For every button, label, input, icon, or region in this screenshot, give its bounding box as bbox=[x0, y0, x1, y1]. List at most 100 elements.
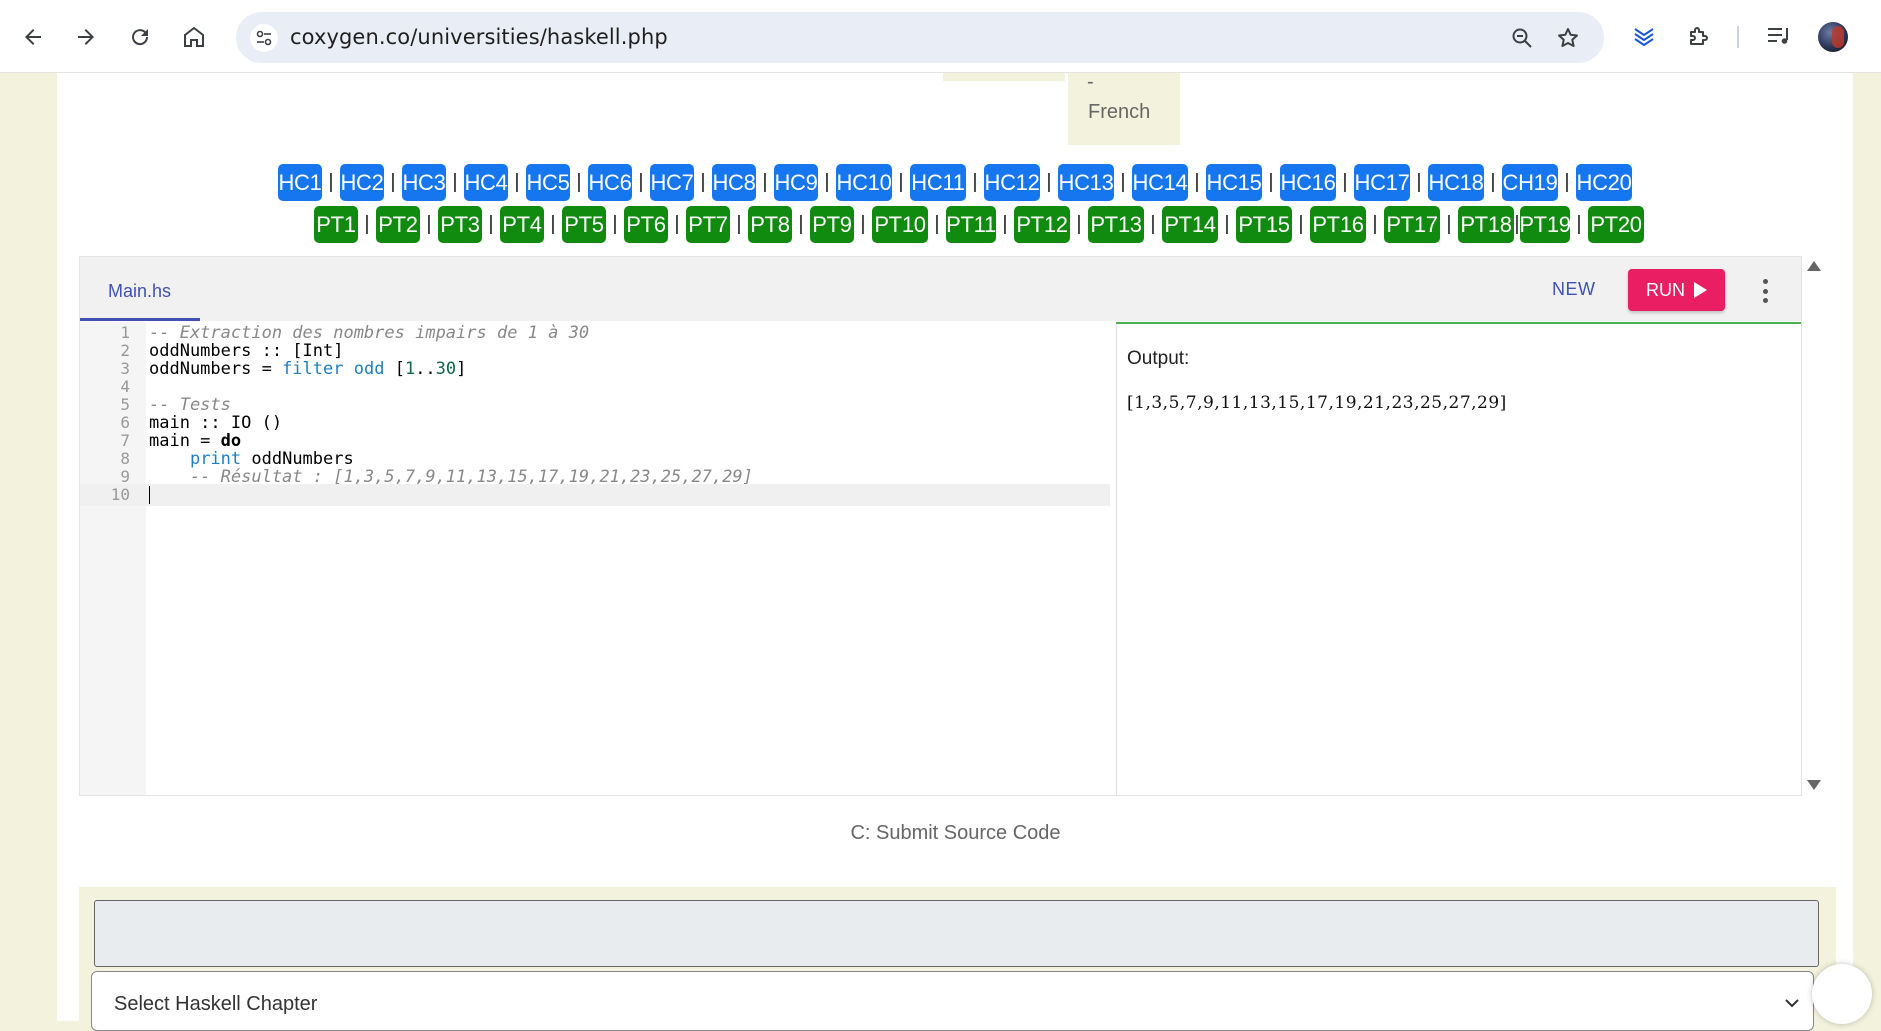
chip-separator: | bbox=[1372, 213, 1378, 235]
toolbar-divider bbox=[1737, 26, 1739, 48]
chapter-button-pt11[interactable]: PT11 bbox=[946, 206, 996, 243]
site-settings-icon[interactable] bbox=[250, 24, 278, 52]
chapter-button-hc5[interactable]: HC5 bbox=[526, 164, 570, 201]
chapter-button-pt19[interactable]: PT19 bbox=[1519, 206, 1571, 243]
play-icon bbox=[1694, 282, 1707, 298]
chapter-button-hc15[interactable]: HC15 bbox=[1206, 164, 1262, 201]
chapter-button-pt13[interactable]: PT13 bbox=[1088, 206, 1144, 243]
bookmark-star-icon[interactable] bbox=[1554, 24, 1582, 52]
run-button-label: RUN bbox=[1646, 279, 1685, 300]
chip-separator: | bbox=[700, 171, 706, 193]
chapter-select[interactable]: Select Haskell Chapter bbox=[91, 971, 1814, 1031]
new-button[interactable]: NEW bbox=[1552, 279, 1596, 300]
profile-avatar[interactable] bbox=[1818, 22, 1848, 52]
chapter-button-pt14[interactable]: PT14 bbox=[1162, 206, 1218, 243]
chip-separator: | bbox=[1490, 171, 1496, 193]
chapter-button-hc18[interactable]: HC18 bbox=[1428, 164, 1484, 201]
chapter-button-pt1[interactable]: PT1 bbox=[314, 206, 358, 243]
chip-separator: | bbox=[898, 171, 904, 193]
code-line[interactable]: 10 bbox=[80, 484, 1110, 506]
chip-separator: | bbox=[1416, 171, 1422, 193]
chip-separator: | bbox=[798, 213, 804, 235]
chapter-button-pt17[interactable]: PT17 bbox=[1384, 206, 1440, 243]
chapter-button-pt9[interactable]: PT9 bbox=[810, 206, 854, 243]
chip-separator: | bbox=[1224, 213, 1230, 235]
run-button[interactable]: RUN bbox=[1628, 269, 1725, 311]
chapter-button-hc7[interactable]: HC7 bbox=[650, 164, 694, 201]
chapter-button-hc13[interactable]: HC13 bbox=[1058, 164, 1114, 201]
zoom-icon[interactable] bbox=[1508, 24, 1536, 52]
submit-heading: C: Submit Source Code bbox=[850, 822, 1061, 844]
chapter-button-pt2[interactable]: PT2 bbox=[376, 206, 420, 243]
chapter-button-ch19[interactable]: CH19 bbox=[1502, 164, 1558, 201]
address-bar[interactable]: coxygen.co/universities/haskell.php bbox=[236, 12, 1604, 63]
chapter-button-hc6[interactable]: HC6 bbox=[588, 164, 632, 201]
chapter-button-hc2[interactable]: HC2 bbox=[340, 164, 384, 201]
reload-icon[interactable] bbox=[122, 19, 158, 55]
file-tab-main[interactable]: Main.hs bbox=[108, 281, 171, 302]
chip-separator: | bbox=[1120, 171, 1126, 193]
media-queue-icon[interactable] bbox=[1762, 19, 1796, 53]
chapter-button-hc20[interactable]: HC20 bbox=[1576, 164, 1632, 201]
extension-layers-icon[interactable] bbox=[1627, 19, 1661, 53]
hc-chapter-row: HC1 | HC2 | HC3 | HC4 | HC5 | HC6 | HC7 | HC8 | HC9 | HC10… bbox=[278, 164, 1632, 201]
chip-separator: | bbox=[638, 171, 644, 193]
chapter-button-hc11[interactable]: HC11 bbox=[910, 164, 966, 201]
chapter-button-pt10[interactable]: PT10 bbox=[872, 206, 928, 243]
chapter-button-pt3[interactable]: PT3 bbox=[438, 206, 482, 243]
puzzle-extensions-icon[interactable] bbox=[1682, 19, 1716, 53]
output-value: [1,3,5,7,9,11,13,15,17,19,21,23,25,27,29… bbox=[1127, 393, 1507, 413]
chapter-button-pt6[interactable]: PT6 bbox=[624, 206, 668, 243]
chip-separator: | bbox=[674, 213, 680, 235]
output-top-border bbox=[1116, 322, 1801, 324]
chapter-button-pt15[interactable]: PT15 bbox=[1236, 206, 1292, 243]
scroll-down-arrow-icon[interactable] bbox=[1807, 780, 1821, 790]
chapter-button-hc1[interactable]: HC1 bbox=[278, 164, 322, 201]
language-dash: - bbox=[1087, 71, 1094, 93]
submission-textbox[interactable] bbox=[94, 900, 1819, 967]
chip-separator: | bbox=[972, 171, 978, 193]
chapter-button-hc17[interactable]: HC17 bbox=[1354, 164, 1410, 201]
scroll-up-arrow-icon[interactable] bbox=[1807, 261, 1821, 271]
chapter-button-hc8[interactable]: HC8 bbox=[712, 164, 756, 201]
language-label-french[interactable]: French bbox=[1088, 101, 1150, 124]
chapter-button-pt18[interactable]: PT18 bbox=[1458, 206, 1514, 243]
chip-separator: | bbox=[1194, 171, 1200, 193]
chapter-button-hc10[interactable]: HC10 bbox=[836, 164, 892, 201]
forward-arrow-icon[interactable] bbox=[68, 19, 104, 55]
chip-separator: | bbox=[1342, 171, 1348, 193]
chapter-button-pt20[interactable]: PT20 bbox=[1588, 206, 1644, 243]
chip-separator: | bbox=[1076, 213, 1082, 235]
output-label: Output: bbox=[1127, 348, 1190, 369]
chip-separator: | bbox=[1002, 213, 1008, 235]
back-arrow-icon[interactable] bbox=[15, 19, 51, 55]
chapter-button-pt7[interactable]: PT7 bbox=[686, 206, 730, 243]
chapter-button-pt16[interactable]: PT16 bbox=[1310, 206, 1366, 243]
chip-separator: | bbox=[736, 213, 742, 235]
chapter-button-hc16[interactable]: HC16 bbox=[1280, 164, 1336, 201]
more-options-icon[interactable] bbox=[1760, 279, 1770, 303]
chip-separator: | bbox=[1446, 213, 1452, 235]
file-tab-underline bbox=[80, 318, 200, 321]
chapter-button-hc9[interactable]: HC9 bbox=[774, 164, 818, 201]
chapter-button-pt4[interactable]: PT4 bbox=[500, 206, 544, 243]
chapter-button-pt12[interactable]: PT12 bbox=[1014, 206, 1070, 243]
code-editor-panel: Main.hs NEW RUN 1 -- Extraction des nombr… bbox=[79, 256, 1802, 796]
chapter-button-hc14[interactable]: HC14 bbox=[1132, 164, 1188, 201]
home-icon[interactable] bbox=[176, 19, 212, 55]
chip-separator: | bbox=[452, 171, 458, 193]
floating-widget-icon[interactable] bbox=[1812, 964, 1872, 1024]
chapter-button-hc12[interactable]: HC12 bbox=[984, 164, 1040, 201]
chapter-button-hc4[interactable]: HC4 bbox=[464, 164, 508, 201]
chapter-button-pt8[interactable]: PT8 bbox=[748, 206, 792, 243]
chip-separator: | bbox=[1268, 171, 1274, 193]
language-tab-english[interactable] bbox=[943, 73, 1065, 81]
chapter-button-hc3[interactable]: HC3 bbox=[402, 164, 446, 201]
code-area[interactable]: 1 -- Extraction des nombres impairs de 1 … bbox=[80, 322, 1110, 795]
url-text[interactable]: coxygen.co/universities/haskell.php bbox=[290, 25, 668, 49]
chapter-button-pt5[interactable]: PT5 bbox=[562, 206, 606, 243]
chip-separator: | bbox=[1576, 213, 1582, 235]
text-cursor bbox=[149, 486, 150, 504]
chip-separator: | bbox=[824, 171, 830, 193]
chip-separator: | bbox=[762, 171, 768, 193]
